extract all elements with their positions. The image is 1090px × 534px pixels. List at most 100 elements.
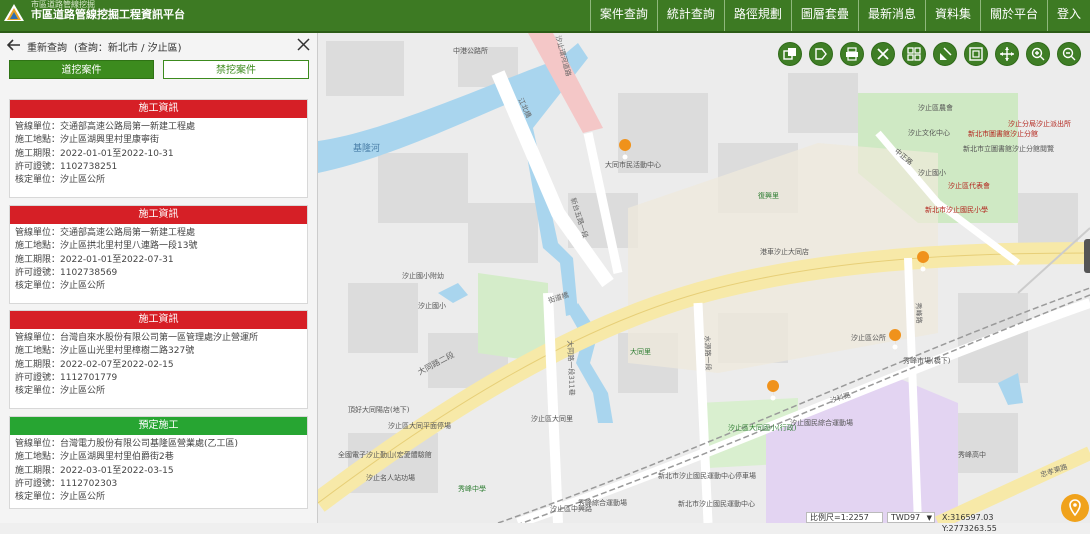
case-unit-value: 交通部高速公路局第一新建工程處 bbox=[60, 122, 196, 132]
map-label-road-6: 水源路一段 bbox=[702, 335, 713, 371]
case-authority-value: 汐止區公所 bbox=[60, 386, 106, 397]
measure-icon bbox=[940, 47, 952, 60]
back-arrow-icon[interactable] bbox=[7, 38, 21, 52]
case-authority-row: 核定單位：汐止區公所 bbox=[15, 491, 302, 504]
case-unit-label: 管線單位： bbox=[15, 333, 61, 343]
nav-layer-overlay[interactable]: 圖層套疊 bbox=[790, 0, 858, 31]
case-permit-value: 1102738251 bbox=[60, 161, 118, 172]
map-label-road-8: 秀峰路 bbox=[914, 302, 923, 324]
zoom-in-icon bbox=[1031, 47, 1045, 61]
case-location-value: 汐止區山光里村里樟樹二路327號 bbox=[60, 346, 195, 357]
map-label-poi-5: 全國電子汐止勤山(宏愛體驗館 bbox=[338, 451, 432, 459]
grid-icon bbox=[907, 47, 921, 61]
side-panel-handle[interactable] bbox=[1084, 239, 1090, 273]
crs-value: TWD97 bbox=[891, 513, 921, 522]
nav-about[interactable]: 關於平台 bbox=[979, 0, 1047, 31]
nav-case-query[interactable]: 案件查詢 bbox=[589, 0, 657, 31]
map-label-poi-7: 大同市民活動中心 bbox=[605, 161, 661, 169]
clear-icon bbox=[877, 48, 889, 60]
clear-button[interactable] bbox=[871, 42, 895, 66]
case-permit-label: 許可證號： bbox=[15, 267, 61, 278]
map-label-poi-30: 汐止國小 bbox=[918, 169, 946, 177]
map-label-poi-26: 大同里 bbox=[630, 348, 651, 356]
zoom-out-button[interactable] bbox=[1057, 42, 1081, 66]
map-label-poi-31: 秀峰中學 bbox=[458, 485, 486, 493]
measure-button[interactable] bbox=[933, 42, 957, 66]
case-status-header: 施工資訊 bbox=[10, 206, 307, 224]
case-card[interactable]: 施工資訊 管線單位：台灣自來水股份有限公司第一區管理處汐止營運所 施工地點：汐止區山… bbox=[9, 310, 308, 409]
case-location-value: 汐止區湖興里村里伯爵街2巷 bbox=[60, 452, 174, 463]
case-unit-row: 管線單位：台灣自來水股份有限公司第一區管理處汐止營運所 bbox=[15, 332, 302, 345]
close-icon[interactable] bbox=[297, 38, 310, 51]
case-unit-label: 管線單位： bbox=[15, 439, 61, 449]
top-bar: 市區道路管線挖掘 市區道路管線挖掘工程資訊平台 案件查詢 統計查詢 路徑規劃 圖… bbox=[0, 0, 1090, 33]
case-unit-value: 台灣自來水股份有限公司第一區管理處汐止營運所 bbox=[60, 333, 259, 343]
case-authority-value: 汐止區公所 bbox=[60, 175, 106, 186]
print-button[interactable] bbox=[840, 42, 864, 66]
case-permit-label: 許可證號： bbox=[15, 161, 61, 172]
tag-icon bbox=[815, 48, 827, 60]
case-permit-row: 許可證號：1112702303 bbox=[15, 478, 302, 491]
nav-route-planning[interactable]: 路徑規劃 bbox=[723, 0, 791, 31]
nav-news[interactable]: 最新消息 bbox=[857, 0, 925, 31]
map-label-poi-12: 汐止區大同里 bbox=[531, 415, 573, 423]
map-label-poi-4: 汐止區大同平面停場 bbox=[388, 422, 451, 430]
tab-dig-cases[interactable]: 道挖案件 bbox=[9, 60, 154, 79]
panel-header: 重新查詢 (查詢：新北市 / 汐止區) bbox=[0, 33, 317, 57]
case-authority-label: 核定單位： bbox=[15, 386, 61, 397]
case-card-body: 管線單位：台灣電力股份有限公司基隆區營業處(乙工區) 施工地點：汐止區湖興里村里伯… bbox=[10, 435, 307, 504]
case-authority-value: 汐止區公所 bbox=[60, 492, 106, 503]
case-authority-label: 核定單位： bbox=[15, 175, 61, 186]
case-period-value: 2022-02-07至2022-02-15 bbox=[60, 359, 174, 370]
print-icon bbox=[846, 47, 858, 61]
query-summary: (查詢：新北市 / 汐止區) bbox=[74, 43, 182, 54]
case-unit-row: 管線單位：交通部高速公路局第一新建工程處 bbox=[15, 227, 302, 240]
fullscreen-button[interactable] bbox=[964, 42, 988, 66]
case-period-row: 施工期限：2022-02-07至2022-02-15 bbox=[15, 359, 302, 372]
case-card[interactable]: 施工資訊 管線單位：交通部高速公路局第一新建工程處 施工地點：汐止區湖興里村里康寧街… bbox=[9, 99, 308, 198]
map-label-poi-28: 港車汐止大同店 bbox=[760, 248, 809, 256]
scale-display: 比例尺=1:2257 bbox=[806, 512, 883, 523]
nav-statistics[interactable]: 統計查詢 bbox=[656, 0, 724, 31]
case-location-label: 施工地點： bbox=[15, 135, 61, 146]
nav-login[interactable]: 登入 bbox=[1046, 0, 1090, 31]
tab-banned-cases[interactable]: 禁挖案件 bbox=[163, 60, 309, 79]
case-period-value: 2022-01-01至2022-07-31 bbox=[60, 254, 174, 265]
app-title: 市區道路管線挖掘工程資訊平台 bbox=[31, 8, 185, 21]
map-label-poi-3: 頂好大同陽店(地下) bbox=[348, 406, 410, 414]
map-label-poi-2: 汐止國小 bbox=[418, 302, 446, 310]
map-canvas[interactable]: 基隆河 中港公路所 汐止環河道路 江北橋 大同路二段 街道橋 大同路一段311巷… bbox=[318, 33, 1090, 523]
case-location-row: 施工地點：汐止區湖興里村里伯爵街2巷 bbox=[15, 451, 302, 464]
case-authority-label: 核定單位： bbox=[15, 281, 61, 292]
platform-logo bbox=[4, 4, 24, 21]
map-label-poi-14: 汐止區農會 bbox=[918, 104, 953, 112]
nav-datasets[interactable]: 資料集 bbox=[924, 0, 980, 31]
layers-button[interactable] bbox=[778, 42, 802, 66]
map-label-poi-19: 新北市立圖書館汐止分館閱覽 bbox=[963, 145, 1054, 153]
case-authority-label: 核定單位： bbox=[15, 492, 61, 503]
map-label-poi-6: 汐止名人站功場 bbox=[366, 474, 415, 482]
tag-button[interactable] bbox=[809, 42, 833, 66]
case-period-label: 施工期限： bbox=[15, 465, 61, 476]
scale-label: 比例尺=1: bbox=[810, 513, 849, 522]
case-card[interactable]: 施工資訊 管線單位：交通部高速公路局第一新建工程處 施工地點：汐止區拱北里村里八連路… bbox=[9, 205, 308, 304]
case-authority-row: 核定單位：汐止區公所 bbox=[15, 280, 302, 293]
requery-link[interactable]: 重新查詢 bbox=[27, 39, 67, 54]
pan-button[interactable] bbox=[995, 42, 1019, 66]
map-label-road-5: 大同路一段311巷 bbox=[565, 340, 576, 396]
case-period-value: 2022-03-01至2022-03-15 bbox=[60, 465, 174, 476]
chevron-down-icon: ▼ bbox=[926, 514, 932, 522]
locate-button[interactable] bbox=[1061, 494, 1089, 522]
case-location-label: 施工地點： bbox=[15, 346, 61, 357]
grid-button[interactable] bbox=[902, 42, 926, 66]
crs-select[interactable]: TWD97 ▼ bbox=[887, 512, 935, 523]
case-permit-value: 1112702303 bbox=[60, 478, 118, 489]
case-permit-row: 許可證號：1112701779 bbox=[15, 372, 302, 385]
coordinate-readout: X:316597.03 Y:2773263.55 bbox=[942, 513, 997, 533]
case-card[interactable]: 預定施工 管線單位：台灣電力股份有限公司基隆區營業處(乙工區) 施工地點：汐止區湖興… bbox=[9, 416, 308, 509]
zoom-out-icon bbox=[1062, 47, 1076, 61]
case-authority-row: 核定單位：汐止區公所 bbox=[15, 385, 302, 398]
case-period-row: 施工期限：2022-01-01至2022-10-31 bbox=[15, 148, 302, 161]
map-label-poi-22: 秀峰高中 bbox=[958, 451, 986, 459]
zoom-in-button[interactable] bbox=[1026, 42, 1050, 66]
